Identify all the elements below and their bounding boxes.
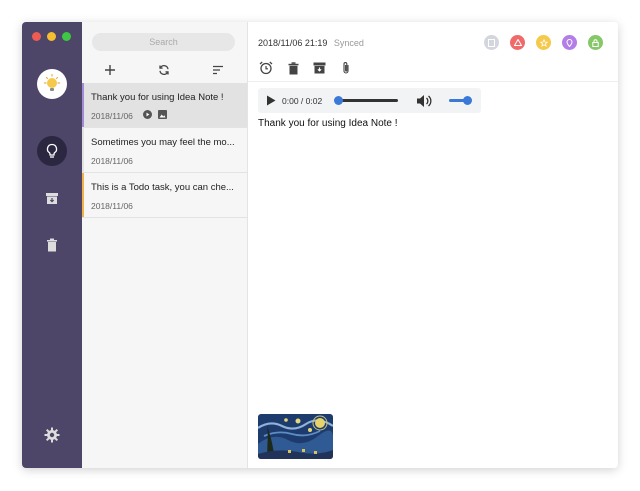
sidebar-item-archive[interactable]	[37, 183, 67, 213]
sort-button[interactable]	[210, 62, 226, 78]
toolbar-divider	[248, 81, 618, 82]
alarm-icon	[259, 61, 273, 75]
star-icon	[539, 38, 548, 47]
volume-handle[interactable]	[463, 96, 472, 105]
settings-button[interactable]	[37, 420, 67, 450]
note-body[interactable]: Thank you for using Idea Note !	[258, 118, 398, 129]
app-window: Thank you for using Idea Note ! 2018/11/…	[22, 22, 618, 468]
lightbulb-logo-icon	[43, 73, 61, 91]
note-title: Thank you for using Idea Note !	[91, 92, 224, 103]
sync-icon	[159, 65, 169, 75]
document-icon	[488, 38, 495, 47]
note-title: Sometimes you may feel the mo...	[91, 137, 235, 148]
location-icon	[566, 38, 573, 47]
reminder-button[interactable]	[259, 61, 273, 75]
note-accent	[82, 128, 84, 172]
audio-seek-bar[interactable]	[338, 99, 398, 102]
sidebar	[22, 22, 82, 468]
audio-time: 0:00 / 0:02	[282, 96, 323, 106]
attachment-icon	[343, 62, 349, 74]
sort-icon	[213, 65, 223, 75]
sidebar-item-notes[interactable]	[37, 136, 67, 166]
notes-list-pane: Thank you for using Idea Note ! 2018/11/…	[82, 22, 248, 468]
note-list-item[interactable]: Sometimes you may feel the mo... 2018/11…	[82, 128, 247, 173]
add-icon	[105, 65, 115, 75]
sync-status: Synced	[333, 38, 364, 48]
note-editor: 2018/11/06 21:19 Synced 0:00 / 0:02 Than…	[248, 22, 618, 468]
note-accent	[82, 173, 84, 217]
image-attachment-thumbnail[interactable]	[258, 414, 333, 459]
image-attachment-icon	[158, 110, 167, 119]
sync-button[interactable]	[156, 62, 172, 78]
minimize-window-button[interactable]	[47, 32, 56, 41]
attach-file-button[interactable]	[339, 61, 353, 75]
archive-note-button[interactable]	[312, 61, 326, 75]
note-meta: 2018/11/06 21:19 Synced	[258, 38, 364, 48]
note-timestamp: 2018/11/06 21:19	[258, 38, 328, 48]
note-date: 2018/11/06	[91, 156, 133, 166]
color-gray-button[interactable]	[484, 35, 499, 50]
color-green-button[interactable]	[588, 35, 603, 50]
note-date: 2018/11/06	[91, 111, 133, 121]
lightbulb-icon	[46, 143, 58, 158]
note-attachments	[143, 110, 167, 119]
color-yellow-button[interactable]	[536, 35, 551, 50]
color-purple-button[interactable]	[562, 35, 577, 50]
delete-note-button[interactable]	[286, 61, 300, 75]
settings-icon	[44, 427, 60, 443]
warning-icon	[513, 39, 522, 46]
note-list-item[interactable]: This is a Todo task, you can che... 2018…	[82, 173, 247, 218]
archive-icon	[46, 192, 58, 204]
note-accent	[82, 83, 84, 127]
app-logo	[37, 69, 67, 99]
close-window-button[interactable]	[32, 32, 41, 41]
color-red-button[interactable]	[510, 35, 525, 50]
sidebar-item-trash[interactable]	[37, 230, 67, 260]
note-title: This is a Todo task, you can che...	[91, 182, 234, 193]
audio-seek-handle[interactable]	[334, 96, 343, 105]
trash-icon	[288, 61, 298, 74]
lock-icon	[592, 38, 599, 47]
archive-icon	[313, 62, 325, 74]
audio-attachment-icon	[143, 110, 152, 119]
maximize-window-button[interactable]	[62, 32, 71, 41]
add-note-button[interactable]	[102, 62, 118, 78]
note-date: 2018/11/06	[91, 201, 133, 211]
play-icon[interactable]	[266, 95, 276, 106]
volume-icon[interactable]	[416, 94, 432, 108]
note-list-item[interactable]: Thank you for using Idea Note ! 2018/11/…	[82, 83, 247, 128]
search-input[interactable]	[92, 33, 235, 51]
trash-icon	[47, 238, 57, 252]
audio-player: 0:00 / 0:02	[258, 88, 481, 113]
starry-night-image	[258, 414, 333, 459]
